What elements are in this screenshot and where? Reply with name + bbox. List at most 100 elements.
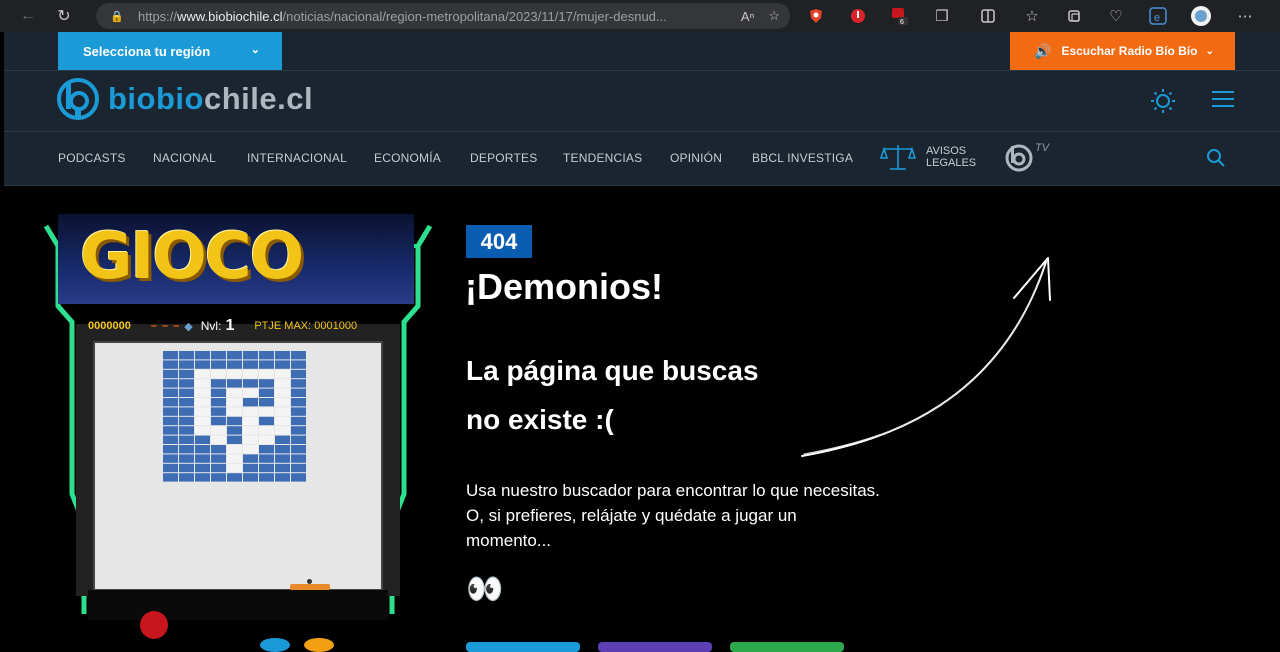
brick [195,416,210,426]
brick [179,416,194,426]
brick-wall [163,351,306,482]
action-button-green[interactable] [730,642,844,652]
game-level: Nvl: 1 [200,317,235,334]
back-arrow-icon[interactable]: ← [12,2,44,30]
brick [259,435,274,444]
search-icon[interactable] [1206,148,1226,168]
extensions-puzzle-icon[interactable]: ❒ [930,4,954,28]
hamburger-menu-icon[interactable] [1212,90,1234,108]
brick [211,379,226,388]
brick [163,416,178,426]
badge-extension-icon[interactable]: 6 [888,4,912,28]
region-selector[interactable]: Selecciona tu región ⌄ [58,32,282,70]
error-heading: ¡Demonios! [465,266,663,307]
brick [211,445,226,454]
nav-nacional[interactable]: NACIONAL [153,151,216,165]
brick [179,445,194,454]
brick [259,416,274,426]
shield-extension-icon[interactable] [804,4,828,28]
main-nav: PODCASTS NACIONAL INTERNACIONAL ECONOMÍA… [4,132,1280,186]
collections-icon[interactable] [1062,4,1086,28]
nav-opinion[interactable]: OPINIÓN [670,151,722,165]
nav-tendencias[interactable]: TENDENCIAS [563,151,642,165]
brick [275,435,290,444]
brick [211,473,226,482]
nav-internacional[interactable]: INTERNACIONAL [247,151,347,165]
more-menu-icon[interactable]: ⋯ [1233,4,1257,28]
brick [163,454,178,463]
read-aloud-icon[interactable]: Aⁿ [741,9,754,24]
address-bar[interactable]: 🔒 https://www.biobiochile.cl/noticias/na… [96,3,790,29]
brick [291,360,306,369]
joystick[interactable] [140,611,168,639]
avisos-legales-link[interactable]: AVISOS LEGALES [880,142,976,172]
brick [195,398,210,407]
game-title: GIOCO [80,220,304,294]
game-screen[interactable] [93,341,383,591]
brick [259,473,274,482]
game-marquee: GIOCO [58,214,414,304]
profile-avatar[interactable] [1189,4,1213,28]
brick [275,369,290,379]
brick [195,435,210,444]
brick [211,463,226,473]
action-button-purple[interactable] [598,642,712,652]
diamond-icon: ◆ [184,320,193,333]
brick [179,351,194,360]
brick [275,398,290,407]
game-scorebar: 0000000 – – – ◆ Nvl: 1 PTJE MAX: 0001000 [88,317,386,334]
favorite-star-icon[interactable]: ☆ [768,8,780,24]
brick [291,369,306,379]
sun-icon[interactable] [1150,88,1176,114]
hand-drawn-arrow [801,257,1051,457]
control-panel [88,590,388,620]
brick [291,435,306,444]
brick [243,416,258,426]
brick [259,360,274,369]
biobio-logo-icon [57,78,99,120]
reload-icon[interactable]: ↻ [48,2,80,30]
edge-icon[interactable]: e [1146,4,1170,28]
brick [291,398,306,407]
lock-icon[interactable]: 🔒 [110,9,124,23]
biobio-tv-link[interactable]: TV [1004,142,1049,172]
brick [243,351,258,360]
brick [227,473,242,482]
brick [227,360,242,369]
brick [227,445,242,454]
red-extension-icon[interactable] [846,4,870,28]
health-icon[interactable]: ♡ [1104,4,1128,28]
nav-economia[interactable]: ECONOMÍA [374,151,441,165]
nav-bbcl-investiga[interactable]: BBCL INVESTIGA [752,151,853,165]
error-subheading: La página que buscas no existe :( [466,355,759,435]
nav-deportes[interactable]: DEPORTES [470,151,537,165]
brick [179,369,194,379]
brick [195,407,210,416]
brick [243,426,258,435]
brick [211,369,226,379]
brick [163,463,178,473]
brick [259,388,274,397]
listen-radio-button[interactable]: 🔊 Escuchar Radio Bío Bío ⌄ [1010,32,1235,70]
radio-label: Escuchar Radio Bío Bío [1061,44,1198,58]
site-logo[interactable]: biobiochile.cl [56,77,313,121]
arcade-game[interactable]: GIOCO 0000000 – – – ◆ Nvl: 1 PTJE MAX: 00… [40,194,436,652]
nav-podcasts[interactable]: PODCASTS [58,151,126,165]
favorites-icon[interactable]: ☆ [1020,4,1044,28]
game-button-blue[interactable] [260,638,290,652]
brick [227,407,242,416]
brick [259,445,274,454]
brick [179,454,194,463]
split-screen-icon[interactable] [976,4,1000,28]
brick [243,388,258,397]
brick [227,463,242,473]
action-button-blue[interactable] [466,642,580,652]
brick [291,407,306,416]
brick [259,398,274,407]
region-label: Selecciona tu región [83,43,211,59]
brick [163,445,178,454]
brick [195,351,210,360]
game-button-orange[interactable] [304,638,334,652]
brick [243,463,258,473]
url-text[interactable]: https://www.biobiochile.cl/noticias/naci… [138,9,698,24]
